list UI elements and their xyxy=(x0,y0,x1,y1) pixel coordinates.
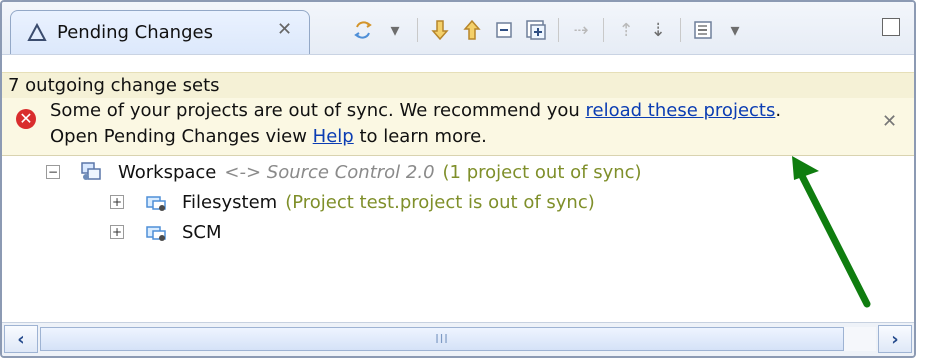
workspace-mapping: <-> Source Control 2.0 xyxy=(224,161,435,183)
workspace-label: Workspace xyxy=(118,161,217,183)
horizontal-scrollbar[interactable]: ‹ III › xyxy=(2,322,914,356)
chevron-down-icon[interactable]: ▾ xyxy=(719,16,751,44)
collapse-icon[interactable]: − xyxy=(46,165,60,179)
collapse-all-icon[interactable] xyxy=(488,16,520,44)
help-link[interactable]: Help xyxy=(313,126,354,147)
reload-projects-link[interactable]: reload these projects xyxy=(586,100,776,121)
expand-icon[interactable]: + xyxy=(110,195,124,209)
disabled-action-icon: ⇢ xyxy=(573,19,589,41)
tree-row-workspace[interactable]: − Workspace <-> Source Control 2.0 (1 pr… xyxy=(46,156,642,188)
scroll-track[interactable]: III xyxy=(40,327,876,351)
toolbar-separator xyxy=(603,18,604,42)
status-bar: 7 outgoing change sets xyxy=(2,72,914,98)
maximize-icon[interactable] xyxy=(882,18,900,36)
workspace-icon xyxy=(80,161,104,183)
tree-row-scm[interactable]: + SCM xyxy=(110,216,222,248)
view-toolbar: ▾ ⇢ ⇡ ⇣ ▾ xyxy=(347,16,751,44)
tab-title: Pending Changes xyxy=(57,22,213,43)
arrow-up-icon[interactable] xyxy=(456,16,488,44)
toolbar-separator xyxy=(680,18,681,42)
pending-changes-view: Pending Changes ✕ ▾ ⇢ ⇡ ⇣ ▾ 7 outgoing c… xyxy=(0,0,916,358)
project-icon xyxy=(144,191,168,213)
toolbar-separator xyxy=(558,18,559,42)
workspace-status: (1 project out of sync) xyxy=(442,161,642,183)
project-icon xyxy=(144,221,168,243)
tab-bar: Pending Changes ✕ ▾ ⇢ ⇡ ⇣ ▾ xyxy=(2,2,914,55)
scroll-thumb[interactable]: III xyxy=(40,327,844,351)
tree-row-filesystem[interactable]: + Filesystem (Project test.project is ou… xyxy=(110,186,595,218)
close-icon[interactable]: ✕ xyxy=(277,21,295,39)
filesystem-label: Filesystem xyxy=(182,191,278,213)
banner-text-suffix-1: . xyxy=(775,100,782,121)
banner-line-1: Some of your projects are out of sync. W… xyxy=(50,98,862,124)
arrow-down-icon[interactable] xyxy=(424,16,456,44)
close-icon[interactable]: ✕ xyxy=(882,113,900,131)
annotation-arrow xyxy=(792,156,871,308)
toolbar-separator xyxy=(417,18,418,42)
sync-icon[interactable] xyxy=(347,16,379,44)
filesystem-status: (Project test.project is out of sync) xyxy=(285,191,595,213)
banner-text-suffix-2: to learn more. xyxy=(353,126,487,147)
chevron-down-icon[interactable]: ▾ xyxy=(379,16,411,44)
disabled-action-3-icon: ⇣ xyxy=(650,19,666,41)
tab-pending-changes[interactable]: Pending Changes ✕ xyxy=(10,10,310,54)
expand-all-icon[interactable] xyxy=(520,16,552,44)
scm-label: SCM xyxy=(182,221,222,243)
banner-text-prefix-1: Some of your projects are out of sync. W… xyxy=(50,100,586,121)
scroll-right-button[interactable]: › xyxy=(878,325,912,353)
error-icon: ✕ xyxy=(16,109,36,129)
banner-line-2: Open Pending Changes view Help to learn … xyxy=(50,124,862,150)
view-menu-icon[interactable] xyxy=(687,16,719,44)
banner-text-prefix-2: Open Pending Changes view xyxy=(50,126,313,147)
triangle-icon xyxy=(27,22,47,43)
disabled-action-2-icon: ⇡ xyxy=(618,19,634,41)
scroll-left-button[interactable]: ‹ xyxy=(4,325,38,353)
expand-icon[interactable]: + xyxy=(110,225,124,239)
